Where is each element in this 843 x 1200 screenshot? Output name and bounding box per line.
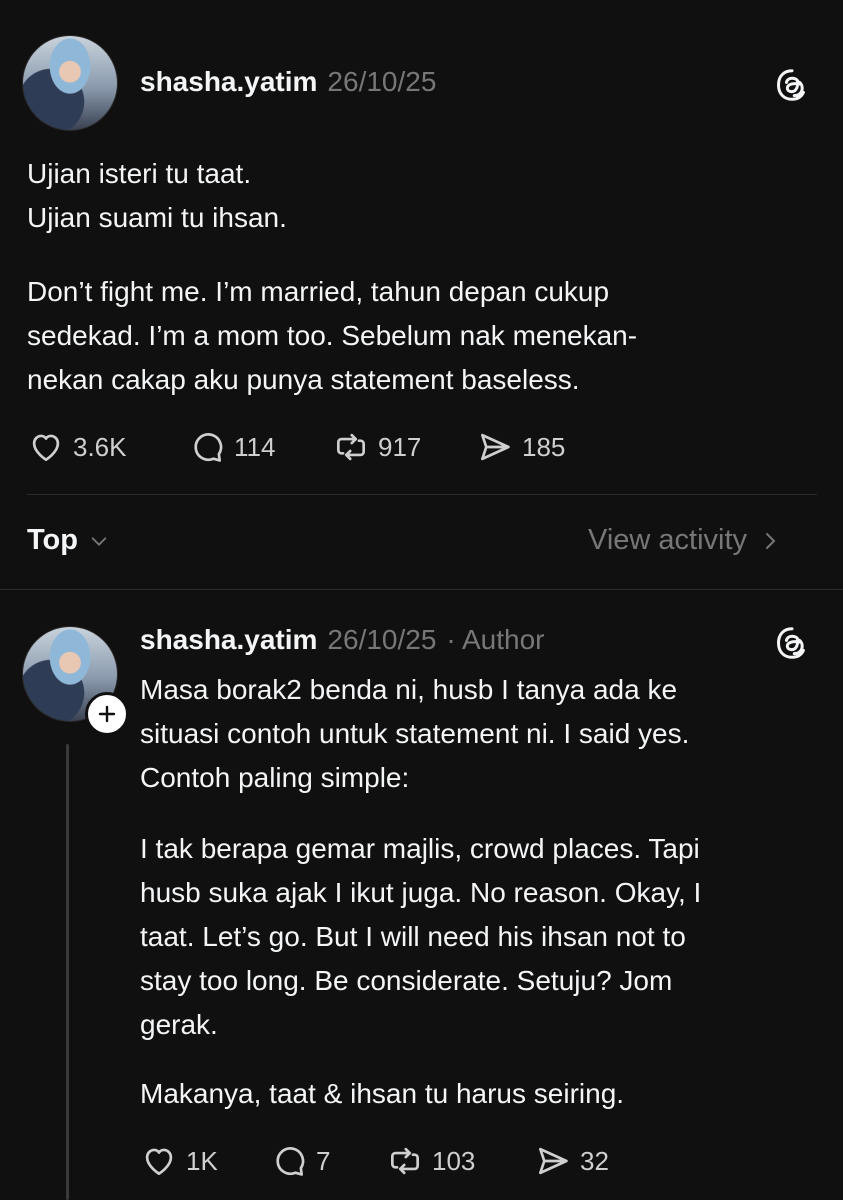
chevron-down-icon: [91, 536, 107, 546]
comment-icon: [276, 1147, 305, 1176]
like-button[interactable]: 1K: [140, 1142, 218, 1180]
post-line: Don’t fight me. I’m married, tahun depan…: [27, 276, 610, 307]
divider: [27, 494, 817, 495]
reply-count: 7: [316, 1145, 331, 1176]
reply-line: gerak.: [140, 1009, 218, 1040]
reply-line: husb suka ajak I ikut juga. No reason. O…: [140, 877, 702, 908]
share-icon: [538, 1147, 568, 1175]
post-line: nekan cakap aku punya statement baseless…: [27, 364, 580, 395]
reply-line: Makanya, taat & ihsan tu harus seiring.: [140, 1078, 625, 1109]
post-line: Ujian isteri tu taat.: [27, 158, 252, 189]
view-activity-link[interactable]: View activity: [588, 524, 781, 557]
repost-icon: [336, 433, 366, 461]
reply-count: 114: [234, 431, 276, 462]
view-activity-label: View activity: [588, 524, 748, 556]
chevron-right-icon: [766, 532, 776, 549]
sort-label: Top: [27, 524, 78, 556]
reply-body-para2: I tak berapa gemar majlis, crowd places.…: [140, 827, 701, 1047]
repost-button[interactable]: 103: [386, 1142, 475, 1180]
post-line: Ujian suami tu ihsan.: [27, 202, 287, 233]
repost-count: 103: [432, 1145, 476, 1176]
reply-line: stay too long. Be considerate. Setuju? J…: [140, 965, 673, 996]
share-count: 185: [522, 431, 566, 462]
share-count: 32: [580, 1145, 609, 1176]
reply-body: Masa borak2 benda ni, husb I tanya ada k…: [140, 668, 689, 800]
follow-plus-icon[interactable]: [85, 692, 129, 736]
author-badge: · Author: [446, 624, 545, 655]
avatar[interactable]: [22, 35, 118, 131]
repost-button[interactable]: 917: [332, 428, 421, 466]
reply-body-para3: Makanya, taat & ihsan tu harus seiring.: [140, 1072, 624, 1116]
post-header: shasha.yatim 26/10/25: [140, 66, 436, 98]
repost-count: 917: [378, 431, 422, 462]
threads-logo-icon[interactable]: [774, 67, 810, 103]
post-body: Ujian isteri tu taat. Ujian suami tu ihs…: [27, 152, 287, 240]
like-count: 1K: [186, 1145, 218, 1176]
sort-dropdown[interactable]: Top: [27, 524, 110, 557]
comment-icon: [194, 433, 223, 462]
reply-line: Masa borak2 benda ni, husb I tanya ada k…: [140, 674, 678, 705]
share-button[interactable]: 32: [534, 1142, 609, 1180]
reply-date: 26/10/25: [327, 624, 437, 655]
repost-icon: [390, 1147, 420, 1175]
like-button[interactable]: 3.6K: [27, 428, 127, 466]
username[interactable]: shasha.yatim: [140, 624, 317, 656]
share-button[interactable]: 185: [476, 428, 565, 466]
post-body-para2: Don’t fight me. I’m married, tahun depan…: [27, 270, 637, 402]
reply-line: Contoh paling simple:: [140, 762, 410, 793]
reply-line: taat. Let’s go. But I will need his ihsa…: [140, 921, 686, 952]
divider: [0, 589, 843, 590]
post-line: sedekad. I’m a mom too. Sebelum nak mene…: [27, 320, 638, 351]
post-date: 26/10/25: [327, 66, 437, 97]
share-icon: [480, 433, 510, 461]
heart-icon: [145, 1148, 173, 1176]
reply-line: situasi contoh untuk statement ni. I sai…: [140, 718, 690, 749]
reply-button[interactable]: 7: [270, 1142, 330, 1180]
username[interactable]: shasha.yatim: [140, 66, 317, 98]
reply-header: shasha.yatim 26/10/25 · Author: [140, 624, 544, 656]
reply-button[interactable]: 114: [188, 428, 275, 466]
reply-line: I tak berapa gemar majlis, crowd places.…: [140, 833, 700, 864]
like-count: 3.6K: [73, 431, 127, 462]
thread-line: [66, 744, 69, 1200]
threads-logo-icon[interactable]: [774, 625, 810, 661]
heart-icon: [32, 434, 60, 462]
